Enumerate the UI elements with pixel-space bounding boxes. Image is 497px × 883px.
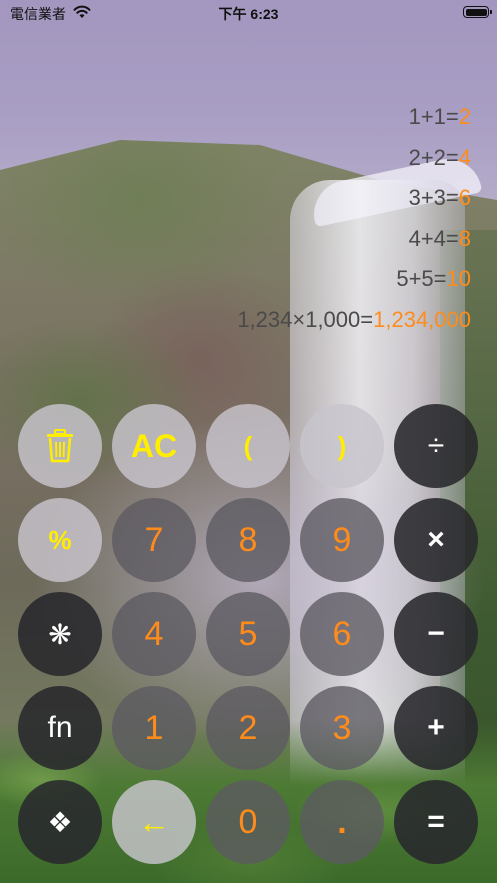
history-result: 1,234,000 (373, 306, 471, 332)
open-paren-label: ( (243, 430, 253, 461)
digit-8-button[interactable]: 8 (206, 498, 290, 582)
trash-icon (47, 429, 73, 463)
history-result: 4 (458, 144, 471, 170)
close-paren-button[interactable]: ) (300, 404, 384, 488)
digit-label: 4 (144, 614, 164, 653)
digit-label: 5 (238, 614, 258, 653)
plus-label: + (427, 711, 445, 744)
fn-label: fn (47, 711, 73, 744)
history-expression: 4+4= (408, 225, 459, 251)
history-line[interactable]: 3+3=6 (11, 184, 471, 212)
digit-label: 6 (332, 614, 352, 653)
minus-label: − (427, 617, 445, 650)
history-line[interactable]: 1,234×1,000=1,234,000 (11, 306, 471, 334)
history-expression: 1,234×1,000= (237, 306, 374, 332)
history-list: 1+1=2 2+2=4 3+3=6 4+4=8 5+5=10 1,234×1,0… (11, 103, 471, 347)
ac-label: AC (130, 427, 178, 464)
divide-label: ÷ (427, 429, 445, 462)
history-line[interactable]: 4+4=8 (11, 225, 471, 253)
digit-label: 0 (238, 802, 258, 841)
divide-button[interactable]: ÷ (394, 404, 478, 488)
digit-label: 7 (144, 520, 164, 559)
diamond-icon: ❖ (47, 806, 73, 838)
history-line[interactable]: 1+1=2 (11, 103, 471, 131)
multiply-button[interactable]: × (394, 498, 478, 582)
digit-label: 2 (238, 708, 258, 747)
equals-label: = (427, 805, 445, 838)
battery-icon (463, 6, 492, 18)
history-line[interactable]: 2+2=4 (11, 144, 471, 172)
decimal-button[interactable]: . (300, 780, 384, 864)
asterisk-button[interactable]: ❋ (18, 592, 102, 676)
digit-label: 8 (238, 520, 258, 559)
trash-button[interactable]: 🗑 (18, 404, 102, 488)
digit-3-button[interactable]: 3 (300, 686, 384, 770)
equals-button[interactable]: = (394, 780, 478, 864)
history-expression: 2+2= (408, 144, 459, 170)
digit-6-button[interactable]: 6 (300, 592, 384, 676)
history-expression: 5+5= (396, 266, 447, 292)
open-paren-button[interactable]: ( (206, 404, 290, 488)
asterisk-icon: ❋ (48, 618, 72, 650)
percent-button[interactable]: % (18, 498, 102, 582)
digit-label: 3 (332, 708, 352, 747)
history-expression: 3+3= (408, 185, 459, 211)
digit-4-button[interactable]: 4 (112, 592, 196, 676)
digit-7-button[interactable]: 7 (112, 498, 196, 582)
decimal-label: . (337, 802, 347, 841)
digit-2-button[interactable]: 2 (206, 686, 290, 770)
digit-1-button[interactable]: 1 (112, 686, 196, 770)
digit-0-button[interactable]: 0 (206, 780, 290, 864)
history-result: 6 (458, 185, 471, 211)
percent-label: % (48, 524, 72, 555)
digit-label: 1 (144, 708, 164, 747)
history-result: 10 (446, 266, 471, 292)
history-result: 2 (458, 104, 471, 129)
plus-button[interactable]: + (394, 686, 478, 770)
multiply-label: × (427, 523, 445, 556)
minus-button[interactable]: − (394, 592, 478, 676)
digit-label: 9 (332, 520, 352, 559)
history-expression: 1+1= (408, 104, 459, 129)
clock: 下午 6:23 (218, 6, 279, 22)
backspace-button[interactable]: ← (112, 780, 196, 864)
diamond-button[interactable]: ❖ (18, 780, 102, 864)
fn-button[interactable]: fn (18, 686, 102, 770)
backspace-arrow-icon: ← (138, 803, 170, 840)
history-result: 8 (458, 225, 471, 251)
history-line[interactable]: 5+5=10 (11, 265, 471, 293)
close-paren-label: ) (337, 430, 347, 461)
digit-9-button[interactable]: 9 (300, 498, 384, 582)
ac-button[interactable]: AC (112, 404, 196, 488)
status-bar: 電信業者 下午 6:23 (0, 0, 497, 26)
digit-5-button[interactable]: 5 (206, 592, 290, 676)
